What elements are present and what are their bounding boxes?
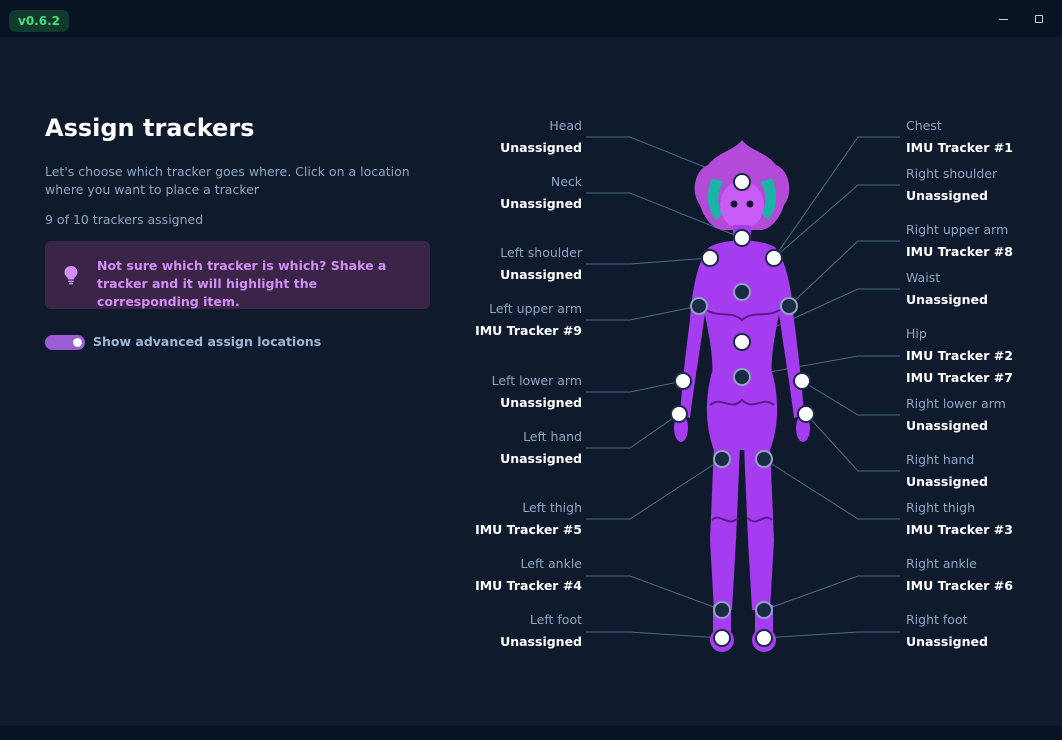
location-right-hand[interactable]: Right hand Unassigned (906, 449, 1062, 493)
location-name: Right upper arm (906, 222, 1009, 237)
location-value: IMU Tracker #3 (906, 522, 1013, 537)
location-hip[interactable]: Hip IMU Tracker #2 IMU Tracker #7 (906, 323, 1062, 389)
location-left-hand[interactable]: Left hand Unassigned (402, 426, 582, 470)
dot-head[interactable] (733, 173, 751, 191)
location-value: IMU Tracker #1 (906, 140, 1013, 155)
location-name: Right foot (906, 612, 968, 627)
line-right-lower-arm (801, 380, 900, 416)
dot-hip[interactable] (733, 368, 751, 386)
location-value: Unassigned (500, 196, 582, 211)
dot-right-hand[interactable] (797, 405, 815, 423)
location-left-thigh[interactable]: Left thigh IMU Tracker #5 (402, 497, 582, 541)
location-name: Right shoulder (906, 166, 998, 181)
location-value: Unassigned (500, 395, 582, 410)
dot-chest[interactable] (733, 283, 751, 301)
location-left-lower-arm[interactable]: Left lower arm Unassigned (402, 370, 582, 414)
location-right-lower-arm[interactable]: Right lower arm Unassigned (906, 393, 1062, 437)
dot-right-lower-arm[interactable] (793, 372, 811, 390)
location-name: Left foot (529, 612, 582, 627)
line-right-shoulder (773, 184, 900, 259)
line-left-hand (586, 413, 680, 449)
location-value-secondary: IMU Tracker #7 (906, 370, 1013, 385)
location-name: Left hand (523, 429, 582, 444)
dot-right-thigh[interactable] (755, 450, 773, 468)
dot-left-lower-arm[interactable] (674, 372, 692, 390)
line-chest (773, 136, 900, 259)
location-left-ankle[interactable]: Left ankle IMU Tracker #4 (402, 553, 582, 597)
location-name: Left thigh (522, 500, 582, 515)
dot-left-ankle[interactable] (713, 601, 731, 619)
location-head[interactable]: Head Unassigned (402, 115, 582, 159)
dot-waist[interactable] (733, 333, 751, 351)
location-chest[interactable]: Chest IMU Tracker #1 (906, 115, 1062, 159)
dot-left-upper-arm[interactable] (690, 297, 708, 315)
line-right-ankle (763, 575, 900, 611)
location-left-shoulder[interactable]: Left shoulder Unassigned (402, 242, 582, 286)
location-name: Left upper arm (489, 301, 582, 316)
right-eye (746, 200, 754, 208)
location-right-ankle[interactable]: Right ankle IMU Tracker #6 (906, 553, 1062, 597)
dot-right-shoulder[interactable] (765, 249, 783, 267)
dot-right-upper-arm[interactable] (780, 297, 798, 315)
line-right-thigh (763, 458, 900, 520)
location-neck[interactable]: Neck Unassigned (402, 171, 582, 215)
dot-left-hand[interactable] (670, 405, 688, 423)
location-value: Unassigned (906, 418, 988, 433)
location-left-foot[interactable]: Left foot Unassigned (402, 609, 582, 653)
location-name: Waist (906, 270, 941, 285)
location-name: Left lower arm (491, 373, 582, 388)
location-name: Left shoulder (500, 245, 582, 260)
location-value: Unassigned (906, 474, 988, 489)
dot-left-shoulder[interactable] (701, 249, 719, 267)
character-silhouette (674, 140, 810, 652)
location-value: Unassigned (500, 451, 582, 466)
line-left-shoulder (586, 257, 711, 265)
location-right-foot[interactable]: Right foot Unassigned (906, 609, 1062, 653)
location-value: IMU Tracker #9 (475, 323, 582, 338)
location-name: Left ankle (520, 556, 582, 571)
location-name: Chest (906, 118, 942, 133)
dot-neck[interactable] (733, 229, 751, 247)
line-left-upper-arm (586, 305, 700, 321)
line-left-lower-arm (586, 380, 684, 393)
location-value: Unassigned (500, 267, 582, 282)
location-left-upper-arm[interactable]: Left upper arm IMU Tracker #9 (402, 298, 582, 342)
dot-right-ankle[interactable] (755, 601, 773, 619)
location-value: IMU Tracker #4 (475, 578, 582, 593)
bottom-strip (0, 726, 1062, 740)
left-eye (730, 200, 738, 208)
line-right-hand (805, 413, 900, 472)
location-name: Right hand (906, 452, 975, 467)
line-left-foot (586, 631, 723, 639)
location-name: Right lower arm (906, 396, 1006, 411)
location-name: Right ankle (906, 556, 977, 571)
location-name: Head (549, 118, 582, 133)
location-value: IMU Tracker #8 (906, 244, 1013, 259)
location-name: Right thigh (906, 500, 976, 515)
location-right-thigh[interactable]: Right thigh IMU Tracker #3 (906, 497, 1062, 541)
left-leg (710, 445, 740, 610)
location-value: Unassigned (500, 140, 582, 155)
line-left-thigh (586, 458, 723, 520)
right-leg (744, 445, 774, 610)
line-right-foot (763, 631, 900, 639)
location-value: Unassigned (500, 634, 582, 649)
location-value: Unassigned (906, 292, 988, 307)
location-value: Unassigned (906, 634, 988, 649)
line-left-ankle (586, 575, 723, 611)
dot-left-thigh[interactable] (713, 450, 731, 468)
dot-right-foot[interactable] (755, 629, 773, 647)
location-value: IMU Tracker #2 (906, 348, 1013, 363)
location-waist[interactable]: Waist Unassigned (906, 267, 1062, 311)
line-right-upper-arm (788, 240, 900, 307)
location-right-upper-arm[interactable]: Right upper arm IMU Tracker #8 (906, 219, 1062, 263)
location-name: Neck (550, 174, 582, 189)
location-value: Unassigned (906, 188, 988, 203)
location-name: Hip (906, 326, 927, 341)
location-right-shoulder[interactable]: Right shoulder Unassigned (906, 163, 1062, 207)
location-value: IMU Tracker #6 (906, 578, 1013, 593)
dot-left-foot[interactable] (713, 629, 731, 647)
location-value: IMU Tracker #5 (475, 522, 582, 537)
